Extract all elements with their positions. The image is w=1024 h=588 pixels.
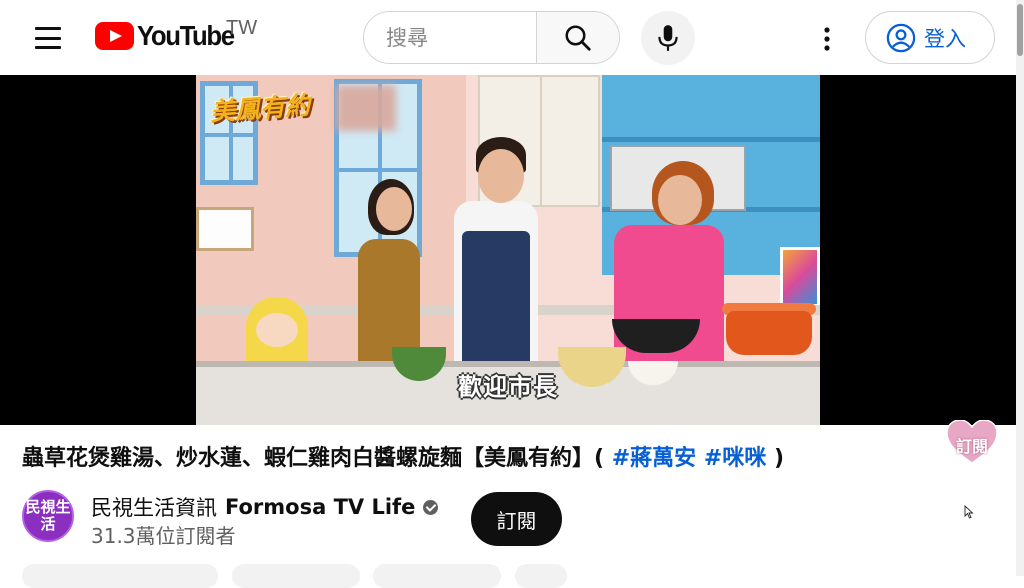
video-title-text: 蟲草花煲雞湯、炒水蓮、蝦仁雞肉白醬螺旋麵【美鳳有約】( (22, 446, 605, 471)
scene-doll-face (256, 313, 298, 347)
signin-button[interactable]: 登入 (865, 11, 995, 64)
action-chip[interactable] (515, 564, 567, 588)
mic-icon (658, 25, 678, 51)
search-button[interactable] (536, 12, 619, 63)
scene-shelf-board (602, 137, 820, 142)
channel-name-en: Formosa TV Life (225, 495, 416, 519)
channel-name-cn: 民視生活資訊 (91, 496, 217, 520)
masthead: YouTube TW 登入 (0, 0, 1024, 74)
more-vert-icon (824, 27, 830, 51)
hashtag-link[interactable]: #咪咪 (704, 446, 766, 471)
voice-search-button[interactable] (641, 11, 695, 65)
video-title: 蟲草花煲雞湯、炒水蓮、蝦仁雞肉白醬螺旋麵【美鳳有約】( #蔣萬安 #咪咪 ) (22, 442, 982, 476)
search-box (363, 11, 620, 64)
signin-label: 登入 (924, 26, 966, 51)
account-circle-icon (886, 23, 916, 52)
blurred-region (336, 85, 396, 131)
scene-art (780, 247, 820, 307)
verified-badge-icon (423, 499, 439, 515)
country-code: TW (226, 17, 258, 39)
action-chip[interactable] (373, 564, 501, 588)
action-chip[interactable] (232, 564, 360, 588)
subscriber-count: 31.3萬位訂閱者 (91, 524, 236, 548)
menu-icon[interactable] (28, 22, 68, 54)
search-icon (565, 25, 591, 51)
page-scrollbar[interactable] (1016, 0, 1024, 576)
channel-name[interactable]: 民視生活資訊 Formosa TV Life (91, 492, 439, 522)
video-player[interactable]: 美鳳有約 歡迎市長 訂閱 (0, 75, 1016, 464)
mouse-cursor-icon (964, 505, 974, 519)
search-input[interactable] (364, 12, 536, 63)
video-subtitle: 歡迎市長 (458, 373, 558, 401)
youtube-logo[interactable]: YouTube (95, 16, 242, 56)
scene-pot (726, 311, 812, 355)
scene-picture (196, 207, 254, 251)
hashtag-link[interactable]: #蔣萬安 (612, 446, 696, 471)
video-frame: 美鳳有約 歡迎市長 (196, 75, 820, 425)
scrollbar-thumb[interactable] (1017, 4, 1023, 56)
show-logo: 美鳳有約 (209, 90, 312, 127)
video-title-close: ) (773, 446, 785, 471)
more-options-button[interactable] (810, 22, 844, 56)
action-chip[interactable] (22, 564, 218, 588)
subscribe-button[interactable]: 訂閱 (471, 492, 562, 546)
logo-text: YouTube (137, 20, 235, 51)
youtube-logo-icon (95, 22, 134, 50)
channel-avatar[interactable]: 民視生活 (22, 490, 74, 542)
